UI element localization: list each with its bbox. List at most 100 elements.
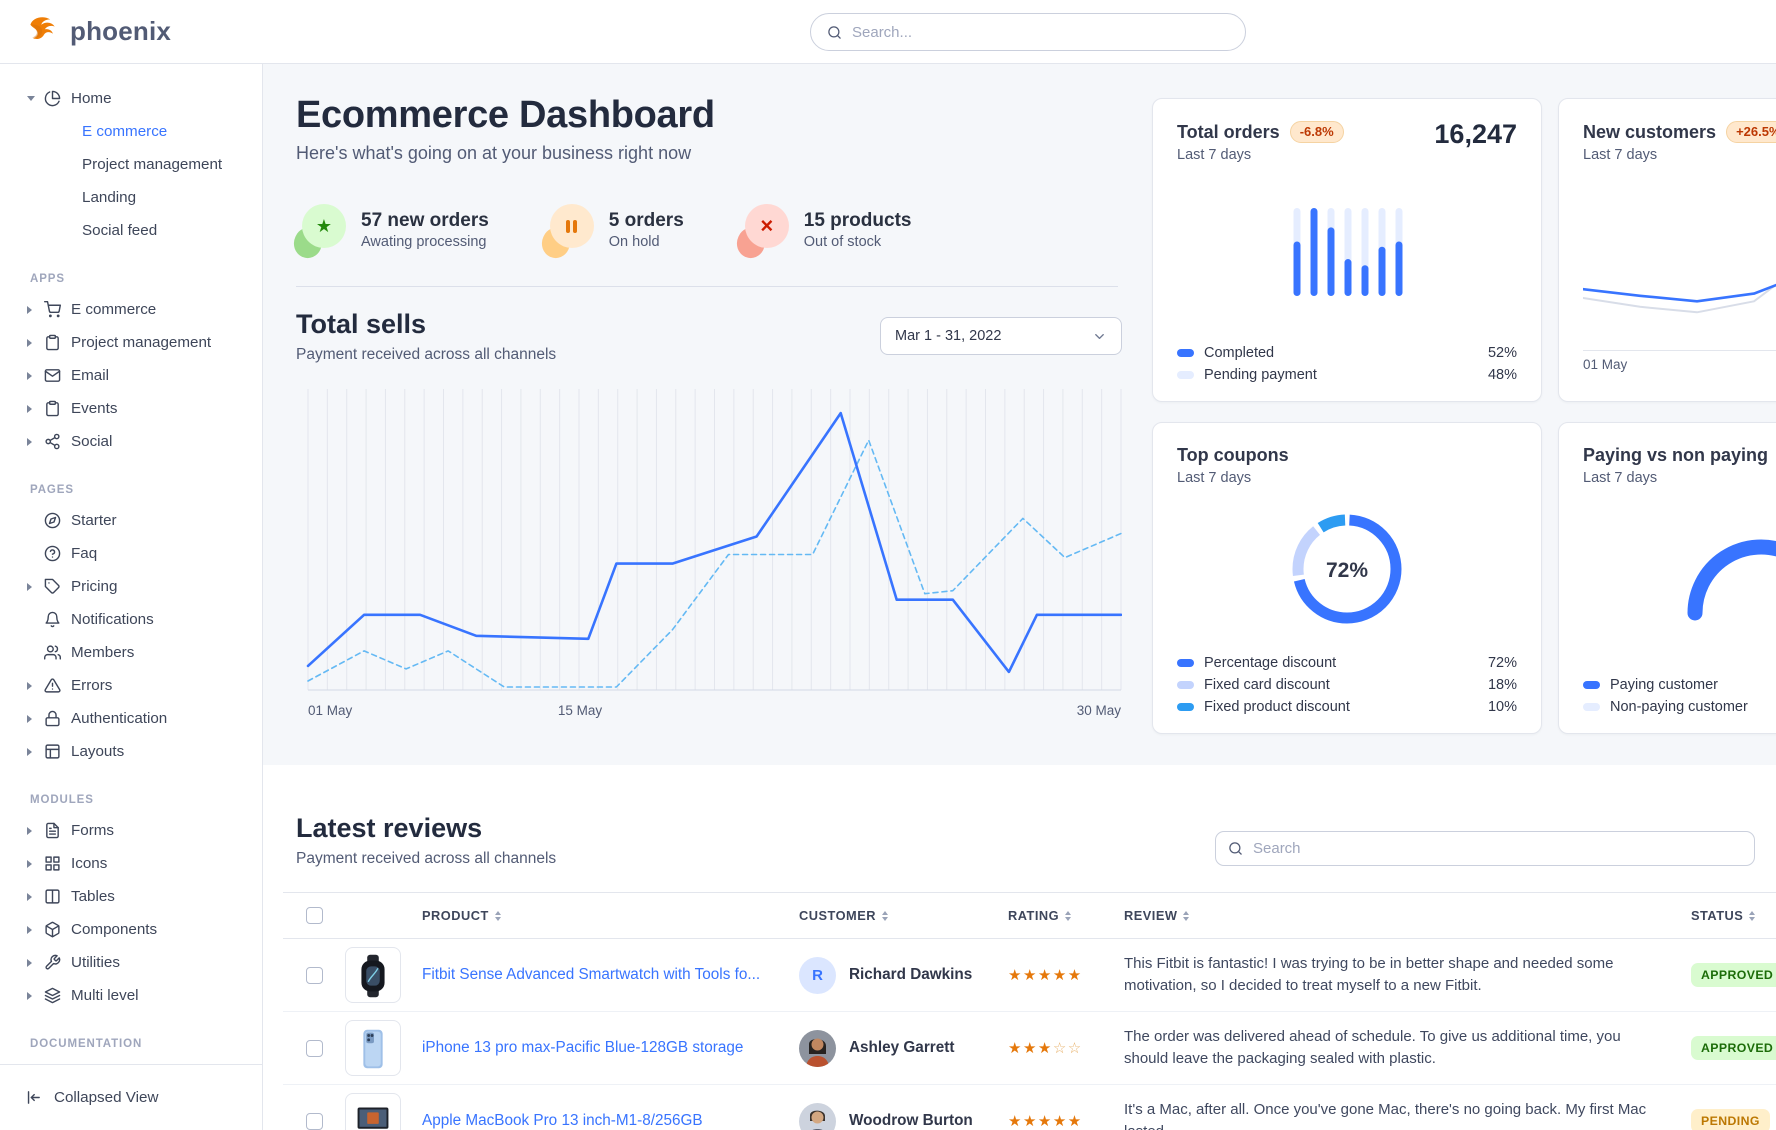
column-header-review[interactable]: REVIEW [1124, 908, 1691, 923]
brand[interactable]: phoenix [0, 14, 171, 50]
legend-swatch [1177, 659, 1194, 667]
row-checkbox[interactable] [306, 967, 323, 984]
sidebar-item-social[interactable]: Social [0, 425, 262, 458]
stats-row: ★ 57 new orders Awating processing 5 ord… [296, 204, 1122, 256]
sidebar-item-notifications[interactable]: Notifications [0, 603, 262, 636]
total-orders-badge: -6.8% [1290, 121, 1344, 143]
row-checkbox[interactable] [306, 1113, 323, 1130]
select-all-checkbox[interactable] [306, 907, 323, 924]
sidebar-item-label: Events [71, 400, 117, 417]
date-range-select[interactable]: Mar 1 - 31, 2022 [880, 317, 1122, 355]
rating-stars: ★★★☆☆ [1008, 1039, 1124, 1057]
sidebar-item-components[interactable]: Components [0, 913, 262, 946]
column-header-rating[interactable]: RATING [1008, 908, 1124, 923]
sidebar-item-starter[interactable]: Starter [0, 504, 262, 537]
total-orders-card: Total orders -6.8% Last 7 days 16,247 Co… [1152, 98, 1542, 402]
caret-right-icon [27, 339, 41, 347]
customer-name: Ashley Garrett [849, 1039, 954, 1057]
sidebar-section-title: APPS [30, 273, 262, 285]
caret-right-icon [27, 306, 41, 314]
orders-bar-chart [1177, 208, 1519, 296]
sidebar-item-errors[interactable]: Errors [0, 669, 262, 702]
package-icon [44, 921, 61, 938]
avatar-photo [799, 1030, 836, 1067]
caret-right-icon [27, 583, 41, 591]
column-header-product[interactable]: PRODUCT [422, 908, 799, 923]
sidebar-item-authentication[interactable]: Authentication [0, 702, 262, 735]
search-icon [827, 25, 842, 40]
stat-label: Awating processing [361, 234, 489, 250]
sidebar-item-tables[interactable]: Tables [0, 880, 262, 913]
sidebar-item-multi-level[interactable]: Multi level [0, 979, 262, 1012]
product-link[interactable]: iPhone 13 pro max-Pacific Blue-128GB sto… [422, 1039, 743, 1057]
sidebar-item-pricing[interactable]: Pricing [0, 570, 262, 603]
sidebar-section-title: DOCUMENTATION [30, 1038, 262, 1050]
sidebar-item-icons[interactable]: Icons [0, 847, 262, 880]
product-thumbnail[interactable] [345, 947, 401, 1003]
orders-legend: Completed 52% Pending payment 48% [1177, 341, 1517, 385]
divider [296, 286, 1118, 287]
rating-stars: ★★★★★ [1008, 966, 1124, 984]
sidebar-item-e-commerce[interactable]: E commerce [0, 293, 262, 326]
sidebar-item-label: E commerce [71, 301, 156, 318]
sidebar-item-layouts[interactable]: Layouts [0, 735, 262, 768]
sidebar-item-email[interactable]: Email [0, 359, 262, 392]
stat-label: On hold [609, 234, 684, 250]
tag-icon [44, 578, 61, 595]
reviews-search[interactable] [1215, 831, 1755, 866]
phoenix-logo-icon [25, 14, 61, 50]
sidebar-item-label: Authentication [71, 710, 167, 727]
status-badge: PENDING [1691, 1109, 1770, 1130]
sidebar-item-events[interactable]: Events [0, 392, 262, 425]
sidebar-item-label: Multi level [71, 987, 139, 1004]
card-title: Total orders [1177, 122, 1280, 143]
sidebar-item-utilities[interactable]: Utilities [0, 946, 262, 979]
topbar-search-input[interactable] [852, 24, 1229, 41]
shopping-cart-icon [44, 301, 61, 318]
sidebar-item-label: Social [71, 433, 112, 450]
columns-icon [44, 888, 61, 905]
sidebar-subitem-project-management[interactable]: Project management [0, 148, 262, 181]
sidebar-item-label: Icons [71, 855, 107, 872]
sidebar-subitem-landing[interactable]: Landing [0, 181, 262, 214]
sidebar-item-members[interactable]: Members [0, 636, 262, 669]
product-link[interactable]: Fitbit Sense Advanced Smartwatch with To… [422, 966, 760, 984]
sidebar-subitem-e-commerce[interactable]: E commerce [0, 115, 262, 148]
sidebar-item-forms[interactable]: Forms [0, 814, 262, 847]
table-row: Apple MacBook Pro 13 inch-M1-8/256GB Woo… [283, 1085, 1776, 1130]
caret-down-icon [27, 96, 41, 101]
sidebar-item-home[interactable]: Home [0, 82, 262, 115]
reviews-search-input[interactable] [1253, 840, 1742, 857]
stat-awating-processing: ★ 57 new orders Awating processing [296, 204, 489, 256]
sidebar-item-label: Faq [71, 545, 97, 562]
legend-swatch [1177, 371, 1194, 379]
sidebar-item-project-management[interactable]: Project management [0, 326, 262, 359]
sidebar-section-title: PAGES [30, 484, 262, 496]
column-header-customer[interactable]: CUSTOMER [799, 908, 1008, 923]
status-badge: APPROVED ✓ [1691, 1036, 1776, 1060]
sort-icon [1183, 911, 1189, 921]
product-thumbnail[interactable] [345, 1020, 401, 1076]
topbar-search[interactable] [810, 13, 1246, 51]
brand-name: phoenix [70, 16, 171, 47]
search-icon [1228, 841, 1243, 856]
new-customers-badge: +26.5% [1726, 121, 1776, 143]
row-checkbox[interactable] [306, 1040, 323, 1057]
chevron-down-icon [1092, 329, 1107, 344]
product-thumbnail[interactable] [345, 1093, 401, 1130]
product-link[interactable]: Apple MacBook Pro 13 inch-M1-8/256GB [422, 1112, 703, 1130]
card-period: Last 7 days [1583, 147, 1776, 163]
sidebar-item-faq[interactable]: Faq [0, 537, 262, 570]
stat-value: 15 products [804, 210, 912, 232]
date-range-value: Mar 1 - 31, 2022 [895, 328, 1001, 344]
help-circle-icon [44, 545, 61, 562]
file-text-icon [44, 822, 61, 839]
legend-swatch [1177, 681, 1194, 689]
collapsed-view-button[interactable]: Collapsed View [0, 1089, 158, 1106]
sidebar-subitem-social-feed[interactable]: Social feed [0, 214, 262, 247]
sidebar-footer: Collapsed View [0, 1064, 262, 1130]
new-customers-card: New customers +26.5% Last 7 days 01 May [1558, 98, 1776, 402]
column-header-status[interactable]: STATUS [1691, 908, 1776, 923]
pause-icon [544, 204, 594, 256]
coupons-donut-chart: 72% [1285, 507, 1409, 631]
